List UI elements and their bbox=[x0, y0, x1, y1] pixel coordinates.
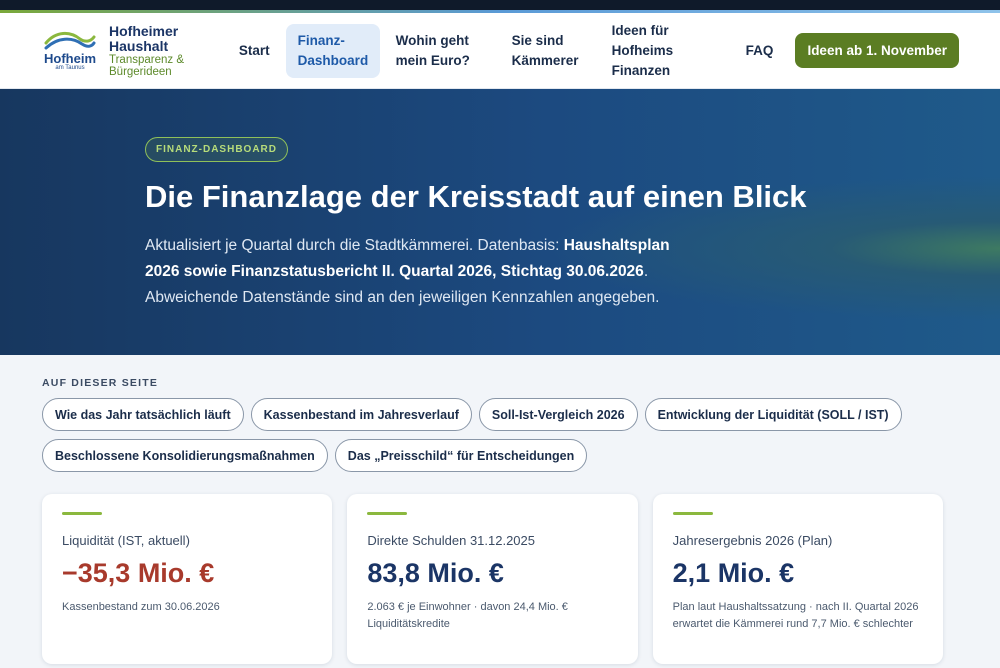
card-label: Jahresergebnis 2026 (Plan) bbox=[672, 533, 833, 548]
main-content: AUF DIESER SEITE Wie das Jahr tatsächlic… bbox=[0, 355, 1000, 664]
toc-chip-kassenbestand[interactable]: Kassenbestand im Jahresverlauf bbox=[250, 398, 472, 431]
card-value: −35,3 Mio. € bbox=[62, 558, 215, 588]
kpi-card-jahresergebnis: Jahresergebnis 2026 (Plan) 2,1 Mio. € Pl… bbox=[652, 494, 943, 664]
ideen-cta-button[interactable]: Ideen ab 1. November bbox=[795, 33, 959, 68]
nav-faq[interactable]: FAQ bbox=[734, 41, 786, 61]
toc-chips: Wie das Jahr tatsächlich läuft Kassenbes… bbox=[42, 398, 942, 480]
nav-ideen-line3: Finanzen bbox=[611, 62, 671, 78]
brand-title-line1: Hofheimer bbox=[109, 22, 179, 39]
nav-ideen-line2: Hofheims bbox=[611, 42, 674, 58]
brand-sub-line2: Bürgerideen bbox=[109, 65, 172, 78]
logo-sub: am Taunus bbox=[55, 65, 85, 71]
card-value: 83,8 Mio. € bbox=[367, 558, 504, 588]
card-note: 2.063 € je Einwohner · davon 24,4 Mio. €… bbox=[367, 601, 568, 630]
nav-ideen-fuer-hofheims-finanzen[interactable]: Ideen für Hofheims Finanzen bbox=[600, 21, 730, 81]
card-note: Plan laut Haushaltssatzung · nach II. Qu… bbox=[672, 601, 919, 630]
nav-dashboard-line2: Dashboard bbox=[297, 52, 369, 68]
logo-mark: Hofheim am Taunus bbox=[41, 29, 99, 72]
nav-wohin-line1: Wohin geht bbox=[395, 32, 469, 48]
logo-word: Hofheim bbox=[44, 51, 96, 66]
hero-section: FINANZ-DASHBOARD Die Finanzlage der Krei… bbox=[0, 89, 1000, 355]
toc-label: AUF DIESER SEITE bbox=[42, 377, 159, 389]
page-title: Die Finanzlage der Kreisstadt auf einen … bbox=[145, 179, 807, 214]
hero-badge: FINANZ-DASHBOARD bbox=[145, 137, 288, 162]
nav-dashboard-line1: Finanz- bbox=[297, 32, 345, 48]
brand-text: Hofheimer Haushalt Transparenz & Bürgeri… bbox=[109, 22, 184, 78]
toc-chip-jahresverlauf-tatsaechlich[interactable]: Wie das Jahr tatsächlich läuft bbox=[42, 398, 244, 431]
kpi-card-liquiditaet: Liquidität (IST, aktuell) −35,3 Mio. € K… bbox=[42, 494, 333, 664]
kpi-card-schulden: Direkte Schulden 31.12.2025 83,8 Mio. € … bbox=[347, 494, 638, 664]
nav-dashboard-text: Finanz- Dashboard bbox=[298, 31, 369, 71]
brand-sub-line1: Transparenz & bbox=[109, 53, 184, 66]
toc-chip-soll-ist-vergleich[interactable]: Soll-Ist-Vergleich 2026 bbox=[478, 398, 638, 431]
nav-wohin-geht-mein-euro[interactable]: Wohin geht mein Euro? bbox=[384, 31, 500, 71]
nav-start[interactable]: Start bbox=[227, 41, 282, 61]
waves-icon bbox=[44, 32, 96, 50]
kpi-cards: Liquidität (IST, aktuell) −35,3 Mio. € K… bbox=[42, 494, 958, 664]
main-nav: Start Finanz- Dashboard Wohin geht mein … bbox=[227, 21, 959, 81]
top-accent-strip bbox=[0, 0, 1000, 13]
site-logo[interactable]: Hofheim am Taunus Hofheimer Haushalt Tra… bbox=[41, 22, 221, 78]
site-header: Hofheim am Taunus Hofheimer Haushalt Tra… bbox=[0, 13, 1000, 89]
nav-sie-sind-kaemmerer[interactable]: Sie sind Kämmerer bbox=[500, 31, 600, 71]
card-accent-bar bbox=[62, 512, 102, 515]
card-label: Direkte Schulden 31.12.2025 bbox=[367, 533, 536, 548]
card-accent-bar bbox=[672, 512, 713, 515]
card-note: Kassenbestand zum 30.06.2026 bbox=[62, 601, 220, 613]
card-accent-bar bbox=[367, 512, 408, 515]
toc-chip-konsolidierung[interactable]: Beschlossene Konsolidierungsmaßnahmen bbox=[42, 439, 328, 472]
nav-kaemmerer-line2: Kämmerer bbox=[511, 52, 579, 68]
nav-wohin-line2: mein Euro? bbox=[395, 52, 470, 68]
brand-title-line2: Haushalt bbox=[109, 37, 169, 54]
toc-chip-preisschild[interactable]: Das „Preisschild“ für Entscheidungen bbox=[334, 439, 588, 472]
hero-text-part1: Aktualisiert je Quartal durch die Stadtk… bbox=[145, 237, 564, 254]
nav-kaemmerer-line1: Sie sind bbox=[511, 32, 564, 48]
nav-ideen-line1: Ideen für bbox=[611, 22, 669, 38]
card-label: Liquidität (IST, aktuell) bbox=[62, 533, 190, 548]
nav-finanz-dashboard[interactable]: Finanz- Dashboard bbox=[285, 23, 380, 78]
card-value: 2,1 Mio. € bbox=[672, 558, 795, 588]
toc-chip-liquiditaet[interactable]: Entwicklung der Liquidität (SOLL / IST) bbox=[644, 398, 902, 431]
hero-description: Aktualisiert je Quartal durch die Stadtk… bbox=[145, 233, 705, 311]
